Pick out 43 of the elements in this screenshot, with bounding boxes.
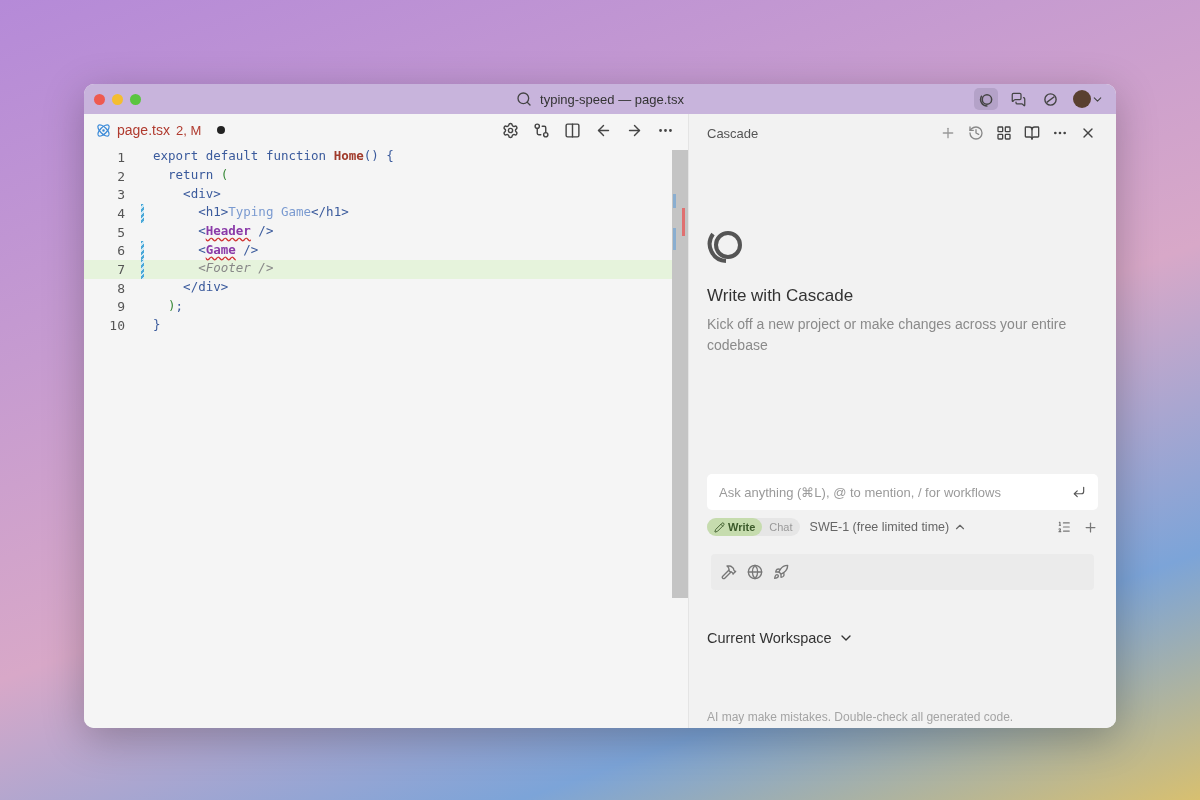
code-line: export default function Home() { [153, 148, 394, 166]
line-number: 8 [116, 280, 125, 296]
line-number: 7 [116, 261, 125, 277]
line-number: 4 [116, 205, 125, 221]
window-title: typing-speed — page.tsx [540, 91, 684, 107]
code-line: <Game /> [197, 241, 259, 259]
panel-heading: Write with Cascade [707, 286, 855, 306]
disclaimer-text: AI may make mistakes. Double-check all generated code. [707, 710, 1015, 724]
code-line: <Footer /> [197, 260, 274, 278]
panel-description: Kick off a new project or make changes across your entire codebase [707, 315, 1068, 355]
line-number: 5 [116, 224, 125, 240]
model-selector[interactable]: SWE-1 (free limited time) [809, 520, 968, 534]
code-line: <Header /> [197, 223, 274, 241]
hammer-icon[interactable] [721, 564, 737, 580]
search-icon[interactable] [516, 91, 533, 107]
line-number: 3 [116, 187, 125, 203]
code-line: } [153, 316, 161, 334]
line-number: 9 [116, 299, 125, 315]
ask-text-input[interactable]: Ask anything (⌘L), @ to mention, / for workflows [717, 483, 1072, 501]
avatar-circle [1072, 90, 1091, 108]
add-icon[interactable] [1083, 519, 1098, 535]
panel-title: Cascade [707, 125, 759, 141]
workspace-dropdown[interactable]: Current Workspace [707, 630, 854, 646]
code-line: <div> [182, 185, 221, 203]
globe-icon[interactable] [747, 564, 763, 580]
unsaved-dot[interactable] [217, 126, 226, 134]
line-number: 1 [116, 149, 125, 165]
list-icon[interactable] [1057, 519, 1071, 534]
enter-icon[interactable] [1072, 485, 1086, 499]
ask-input[interactable]: Ask anything (⌘L), @ to mention, / for workflows [707, 474, 1098, 510]
pencil-icon [714, 521, 725, 533]
code-line: <h1>Typing Game</h1> [197, 204, 349, 222]
file-tab[interactable]: page.tsx [117, 122, 170, 138]
line-number: 10 [108, 318, 125, 334]
code-line: return ( [167, 167, 229, 185]
line-number: 6 [116, 243, 125, 259]
mode-option[interactable]: Write [707, 518, 763, 536]
code-line: ); [167, 297, 184, 315]
code-line: </div> [182, 279, 229, 297]
react-atom-icon [96, 122, 111, 138]
line-number: 2 [116, 168, 125, 184]
file-status: 2, M [175, 122, 202, 138]
rocket-icon[interactable] [773, 564, 789, 580]
